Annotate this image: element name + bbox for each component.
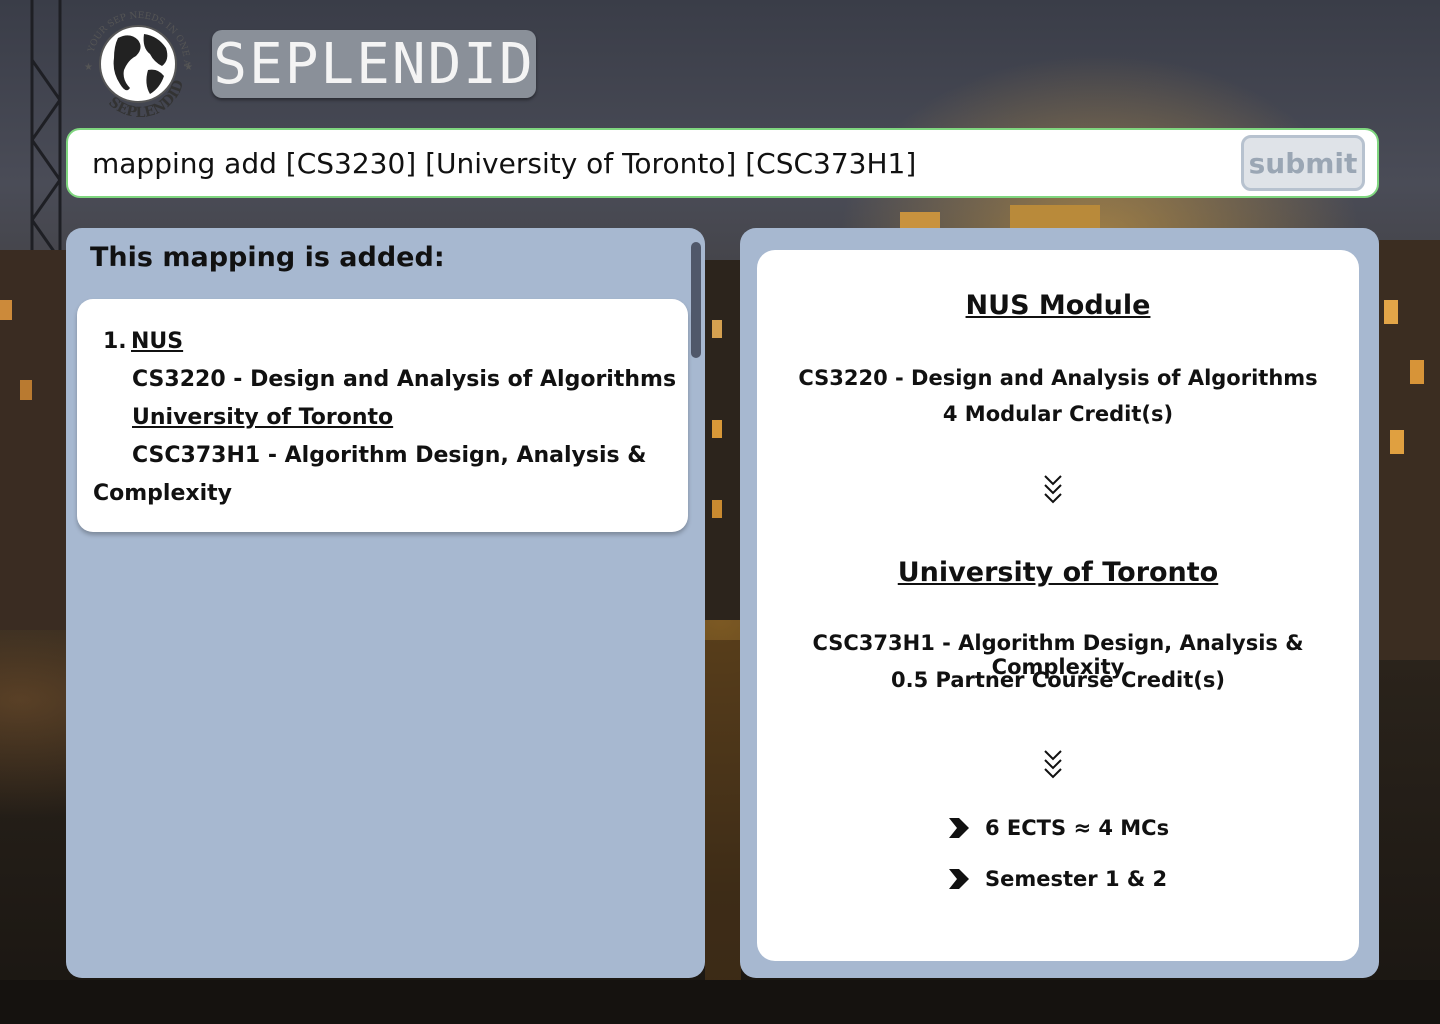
partner-university-heading: University of Toronto — [897, 557, 1219, 588]
chevron-down-icon — [1044, 475, 1062, 504]
nus-label: NUS — [131, 329, 184, 354]
svg-text:★: ★ — [84, 62, 93, 73]
nus-module-name: CS3220 - Design and Analysis of Algorith… — [798, 366, 1318, 390]
command-input[interactable] — [92, 140, 1232, 186]
nus-module-text: CS3220 - Design and Analysis of Algorith… — [132, 367, 677, 392]
detail-card: NUS Module CS3220 - Design and Analysis … — [757, 250, 1359, 961]
note-semester: Semester 1 & 2 — [947, 864, 1167, 894]
partner-module-credits: 0.5 Partner Course Credit(s) — [891, 668, 1225, 692]
detail-panel: NUS Module CS3220 - Design and Analysis … — [740, 228, 1379, 978]
note-semester-text: Semester 1 & 2 — [985, 867, 1168, 891]
result-title: This mapping is added: — [90, 242, 445, 273]
brand-title: SEPLENDID — [213, 31, 535, 97]
brand-banner: SEPLENDID — [212, 30, 536, 98]
svg-text:★: ★ — [184, 62, 193, 73]
app-logo: YOUR SEP NEEDS IN ONE APP SEPLENDID ★ ★ — [75, 1, 198, 121]
nus-module-credits: 4 Modular Credit(s) — [942, 402, 1174, 426]
arrow-right-icon — [949, 818, 969, 838]
arrow-right-icon — [949, 869, 969, 889]
result-panel: This mapping is added: 1. NUS CS3220 - D… — [66, 228, 705, 978]
scrollbar[interactable] — [691, 242, 701, 358]
note-ects: 6 ECTS ≈ 4 MCs — [947, 813, 1169, 843]
globe-icon: YOUR SEP NEEDS IN ONE APP SEPLENDID ★ ★ — [75, 1, 193, 121]
partner-module-text-line1: CSC373H1 - Algorithm Design, Analysis & — [132, 443, 647, 468]
partner-university-label: University of Toronto — [132, 405, 394, 430]
nus-module-heading: NUS Module — [965, 290, 1151, 321]
list-item-number: 1. — [103, 329, 127, 354]
partner-module-text-line2: Complexity — [93, 481, 232, 506]
submit-button[interactable]: submit — [1241, 135, 1365, 191]
note-ects-text: 6 ECTS ≈ 4 MCs — [985, 816, 1170, 840]
command-bar: submit — [66, 128, 1379, 198]
chevron-down-icon — [1044, 750, 1062, 779]
result-card: 1. NUS CS3220 - Design and Analysis of A… — [77, 299, 688, 532]
